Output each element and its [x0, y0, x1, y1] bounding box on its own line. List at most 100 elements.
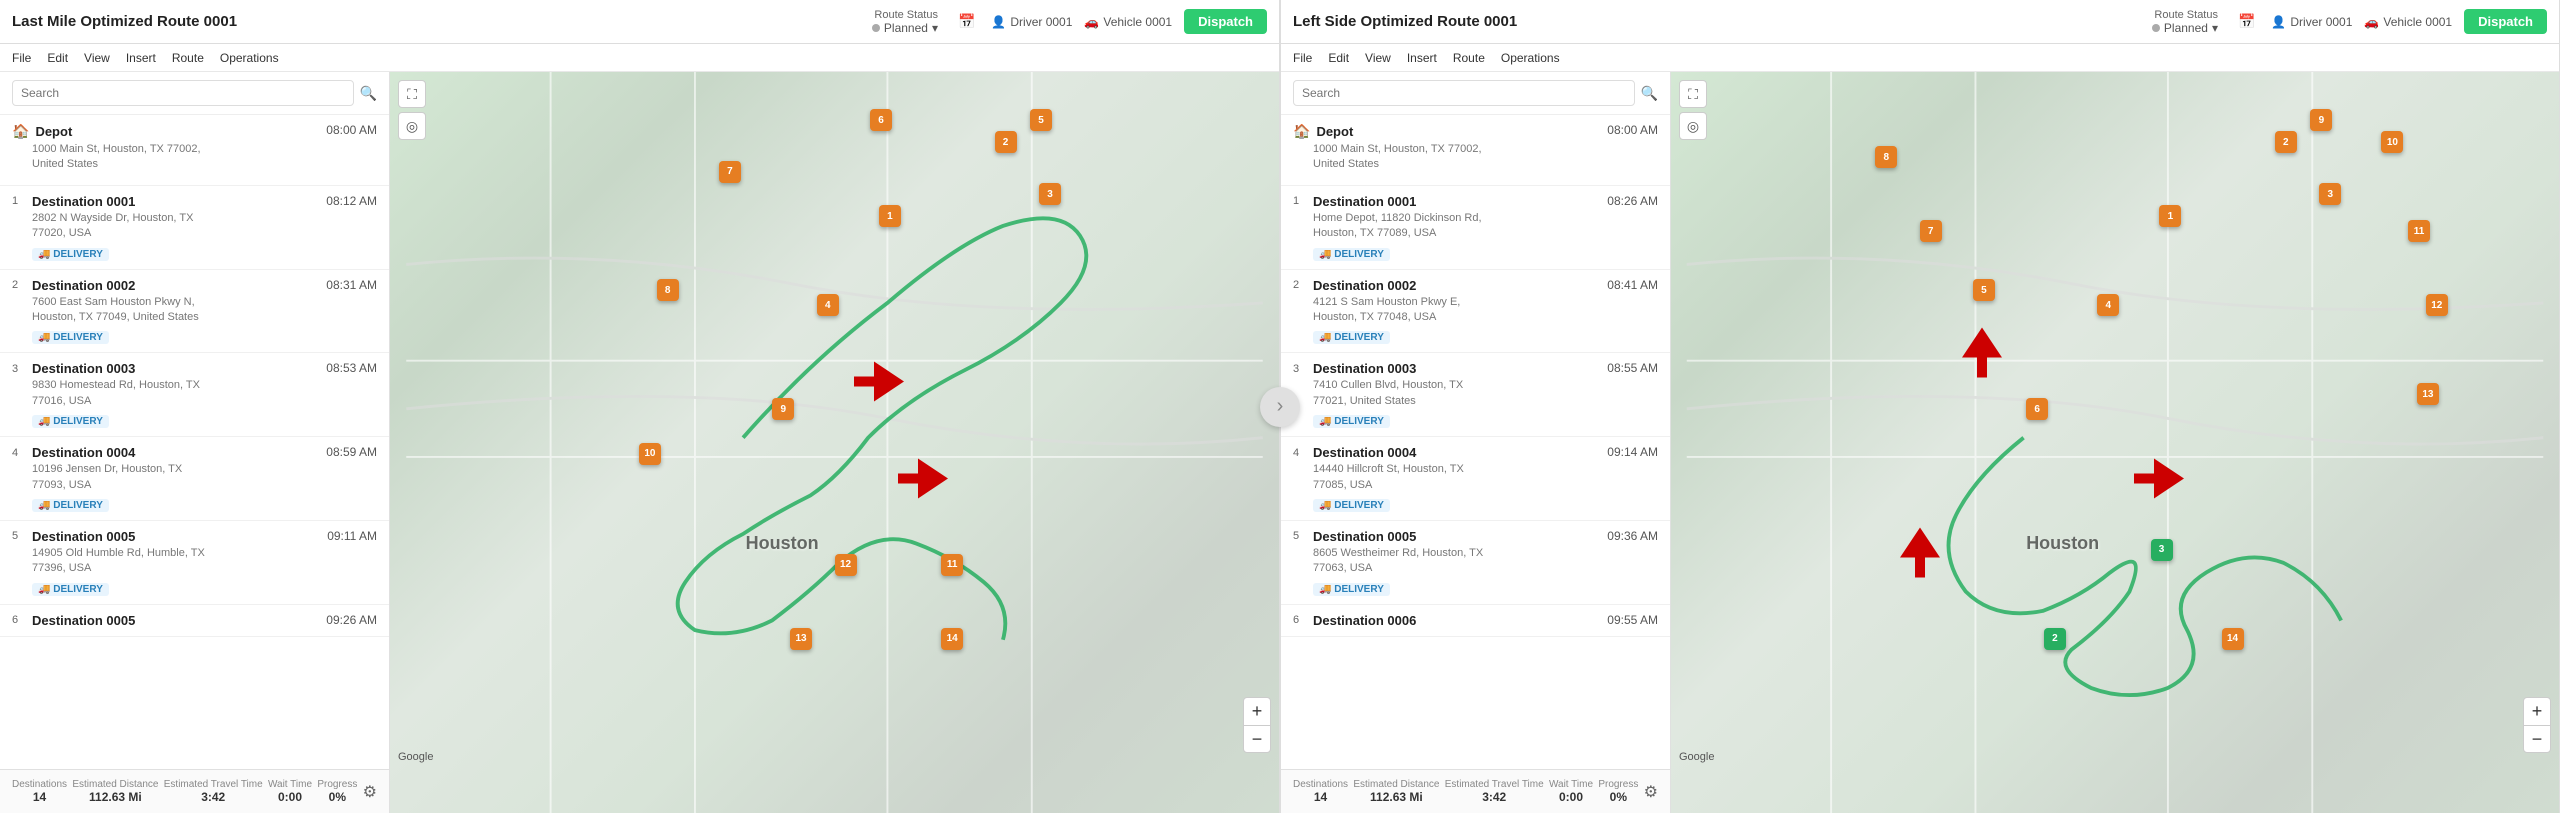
- right-stop-depot[interactable]: 🏠 Depot 08:00 AM 1000 Main St, Houston, …: [1281, 115, 1670, 186]
- left-zoom-in[interactable]: +: [1243, 697, 1271, 725]
- right-marker-7[interactable]: 7: [1920, 220, 1942, 242]
- left-menu-insert[interactable]: Insert: [126, 51, 156, 65]
- left-calendar-btn[interactable]: 📅: [954, 11, 979, 32]
- left-stop-4[interactable]: 4 Destination 0004 08:59 AM 10196 Jensen…: [0, 437, 389, 521]
- left-marker-2[interactable]: 2: [995, 131, 1017, 153]
- left-vehicle-btn[interactable]: 🚗 Vehicle 0001: [1084, 15, 1172, 29]
- right-vehicle-btn[interactable]: 🚗 Vehicle 0001: [2364, 15, 2452, 29]
- right-stop-4-badge: 🚚 DELIVERY: [1313, 499, 1390, 512]
- right-menu-file[interactable]: File: [1293, 51, 1312, 65]
- left-gear-btn[interactable]: ⚙: [363, 782, 377, 802]
- right-marker-9[interactable]: 9: [2310, 109, 2332, 131]
- right-marker-2[interactable]: 2: [2275, 131, 2297, 153]
- right-marker-13[interactable]: 13: [2417, 383, 2439, 405]
- left-driver-btn[interactable]: 👤 Driver 0001: [991, 15, 1072, 29]
- right-zoom-out[interactable]: −: [2523, 725, 2551, 753]
- right-marker-1[interactable]: 1: [2159, 205, 2181, 227]
- left-stop-2[interactable]: 2 Destination 0002 08:31 AM 7600 East Sa…: [0, 270, 389, 354]
- right-header: Left Side Optimized Route 0001 Route Sta…: [1281, 0, 2559, 44]
- right-marker-4[interactable]: 4: [2097, 294, 2119, 316]
- left-stop-1[interactable]: 1 Destination 0001 08:12 AM 2802 N Waysi…: [0, 186, 389, 270]
- right-marker-8[interactable]: 8: [1875, 146, 1897, 168]
- left-houston-label: Houston: [746, 533, 819, 554]
- left-stop-6[interactable]: 6 Destination 0005 09:26 AM: [0, 605, 389, 637]
- right-search-btn[interactable]: 🔍: [1641, 85, 1658, 102]
- left-stop-5[interactable]: 5 Destination 0005 09:11 AM 14905 Old Hu…: [0, 521, 389, 605]
- left-stop-3-badge: 🚚 DELIVERY: [32, 415, 109, 428]
- right-stop-1[interactable]: 1 Destination 0001 08:26 AM Home Depot, …: [1281, 186, 1670, 270]
- left-stop-1-badge: 🚚 DELIVERY: [32, 248, 109, 261]
- left-stop-4-time: 08:59 AM: [326, 445, 377, 459]
- right-stop-2[interactable]: 2 Destination 0002 08:41 AM 4121 S Sam H…: [1281, 270, 1670, 354]
- right-driver-btn[interactable]: 👤 Driver 0001: [2271, 15, 2352, 29]
- right-search-input[interactable]: [1293, 80, 1635, 106]
- right-menu-view[interactable]: View: [1365, 51, 1391, 65]
- right-menu-insert[interactable]: Insert: [1407, 51, 1437, 65]
- left-marker-1[interactable]: 1: [879, 205, 901, 227]
- left-marker-12[interactable]: 12: [835, 554, 857, 576]
- right-marker-14[interactable]: 14: [2222, 628, 2244, 650]
- right-stop-6[interactable]: 6 Destination 0006 09:55 AM: [1281, 605, 1670, 637]
- left-menu-operations[interactable]: Operations: [220, 51, 279, 65]
- left-menu-file[interactable]: File: [12, 51, 31, 65]
- left-route-status-value[interactable]: Planned ▾: [872, 21, 938, 35]
- left-location-btn[interactable]: ◎: [398, 112, 426, 140]
- left-marker-8[interactable]: 8: [657, 279, 679, 301]
- left-marker-14[interactable]: 14: [941, 628, 963, 650]
- right-stop-3[interactable]: 3 Destination 0003 08:55 AM 7410 Cullen …: [1281, 353, 1670, 437]
- right-zoom-in[interactable]: +: [2523, 697, 2551, 725]
- left-marker-10[interactable]: 10: [639, 443, 661, 465]
- left-marker-11[interactable]: 11: [941, 554, 963, 576]
- right-menu-route[interactable]: Route: [1453, 51, 1485, 65]
- left-marker-6[interactable]: 6: [870, 109, 892, 131]
- right-calendar-btn[interactable]: 📅: [2234, 11, 2259, 32]
- left-stat-travel-value: 3:42: [164, 790, 263, 804]
- left-marker-3[interactable]: 3: [1039, 183, 1061, 205]
- left-stop-3-address: 9830 Homestead Rd, Houston, TX77016, USA: [32, 378, 377, 409]
- left-marker-13[interactable]: 13: [790, 628, 812, 650]
- left-stat-distance: Estimated Distance 112.63 Mi: [72, 779, 158, 804]
- left-menu-edit[interactable]: Edit: [47, 51, 68, 65]
- right-stop-5[interactable]: 5 Destination 0005 09:36 AM 8605 Westhei…: [1281, 521, 1670, 605]
- right-panel-title: Left Side Optimized Route 0001: [1293, 13, 1517, 30]
- right-route-status-value[interactable]: Planned ▾: [2152, 21, 2218, 35]
- right-stop-4[interactable]: 4 Destination 0004 09:14 AM 14440 Hillcr…: [1281, 437, 1670, 521]
- left-route-status-section: Route Status Planned ▾: [872, 9, 938, 35]
- right-gear-btn[interactable]: ⚙: [1644, 782, 1658, 802]
- left-fullscreen-btn[interactable]: ⛶: [398, 80, 426, 108]
- right-marker-10[interactable]: 10: [2381, 131, 2403, 153]
- right-menu-edit[interactable]: Edit: [1328, 51, 1349, 65]
- left-bottom-bar: Destinations 14 Estimated Distance 112.6…: [0, 769, 389, 813]
- right-location-btn[interactable]: ◎: [1679, 112, 1707, 140]
- left-panel-title: Last Mile Optimized Route 0001: [12, 13, 237, 30]
- right-marker-green-3[interactable]: 3: [2151, 539, 2173, 561]
- left-depot-icon: 🏠: [12, 123, 29, 140]
- right-dispatch-btn[interactable]: Dispatch: [2464, 9, 2547, 34]
- left-marker-9[interactable]: 9: [772, 398, 794, 420]
- left-stop-3[interactable]: 3 Destination 0003 08:53 AM 9830 Homeste…: [0, 353, 389, 437]
- right-fullscreen-btn[interactable]: ⛶: [1679, 80, 1707, 108]
- left-search-input[interactable]: [12, 80, 354, 106]
- left-marker-5[interactable]: 5: [1030, 109, 1052, 131]
- left-menu-view[interactable]: View: [84, 51, 110, 65]
- right-marker-3[interactable]: 3: [2319, 183, 2341, 205]
- right-marker-5[interactable]: 5: [1973, 279, 1995, 301]
- left-marker-7[interactable]: 7: [719, 161, 741, 183]
- left-zoom-out[interactable]: −: [1243, 725, 1271, 753]
- right-marker-6[interactable]: 6: [2026, 398, 2048, 420]
- left-red-arrow-1: [854, 362, 904, 405]
- right-marker-11[interactable]: 11: [2408, 220, 2430, 242]
- right-menu-operations[interactable]: Operations: [1501, 51, 1560, 65]
- right-marker-12[interactable]: 12: [2426, 294, 2448, 316]
- left-menu-route[interactable]: Route: [172, 51, 204, 65]
- left-stop-3-time: 08:53 AM: [326, 361, 377, 375]
- right-stop-2-header: 2 Destination 0002 08:41 AM: [1293, 278, 1658, 293]
- right-marker-green-2[interactable]: 2: [2044, 628, 2066, 650]
- left-marker-4[interactable]: 4: [817, 294, 839, 316]
- left-search-btn[interactable]: 🔍: [360, 85, 377, 102]
- left-dispatch-btn[interactable]: Dispatch: [1184, 9, 1267, 34]
- right-stop-1-header: 1 Destination 0001 08:26 AM: [1293, 194, 1658, 209]
- right-stop-1-address: Home Depot, 11820 Dickinson Rd,Houston, …: [1313, 211, 1658, 242]
- right-stop-1-num: 1: [1293, 195, 1307, 207]
- left-stop-depot[interactable]: 🏠 Depot 08:00 AM 1000 Main St, Houston, …: [0, 115, 389, 186]
